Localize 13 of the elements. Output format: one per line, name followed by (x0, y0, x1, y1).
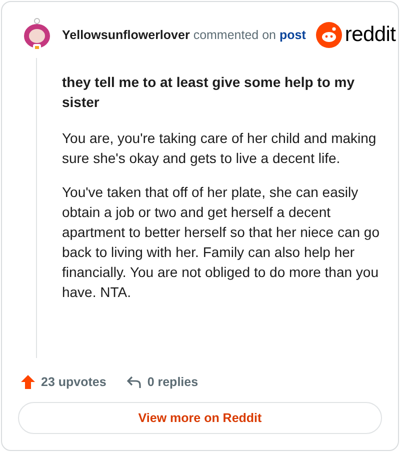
brand-name: reddit (344, 23, 396, 47)
reply-count: 0 replies (147, 375, 198, 389)
upvote-icon[interactable] (20, 374, 36, 390)
comment-text: You've taken that off of her plate, she can easily obtain a job or two and get herself a decent apartment to better herself so that her niece can go back to living with her. Family can also help her financially. You are not obliged to do more than you have. NTA. (62, 183, 381, 302)
post-link[interactable]: post (279, 28, 306, 42)
comment-text: You are, you're taking care of her child and making sure she's okay and gets to live a decent life. (62, 129, 378, 168)
reply-icon[interactable] (126, 374, 142, 390)
comment-title: they tell me to at least give some help to my sister (62, 73, 356, 112)
view-more-button[interactable]: View more on Reddit (18, 402, 382, 434)
upvote-count: 23 upvotes (41, 375, 106, 389)
comment-byline: Yellowsunflowerlover commented on post (62, 28, 306, 42)
avatar-icon (22, 18, 52, 52)
reddit-logo-icon (316, 22, 342, 48)
